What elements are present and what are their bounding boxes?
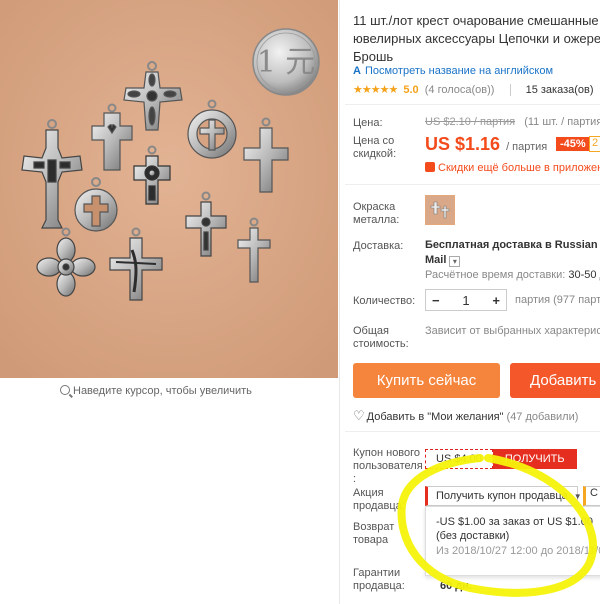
rating-stars-icon: ★★★★★ bbox=[353, 84, 398, 96]
delivery-value[interactable]: Бесплатная доставка в Russian Fed Mail▾ bbox=[425, 238, 600, 268]
quantity-value[interactable]: 1 bbox=[462, 293, 469, 308]
orders-count: 15 заказа(ов) bbox=[525, 84, 594, 96]
divider bbox=[345, 184, 600, 185]
price-label: Цена: bbox=[353, 117, 383, 129]
divider bbox=[345, 104, 600, 105]
rating-value: 5.0 bbox=[403, 84, 419, 96]
caret-down-icon[interactable]: ▼ bbox=[574, 492, 582, 501]
product-title-line-2: ювелирных аксессуары Цепочки и ожерел bbox=[353, 31, 600, 46]
product-title: 11 шт./лот крест очарование смешанные юв… bbox=[353, 12, 600, 66]
seller-promo-label: Акция продавца: bbox=[353, 487, 405, 512]
guarantee-label: Гарантии продавца: bbox=[353, 567, 405, 592]
new-user-coupon: US $4.00 ПОЛУЧИТЬ bbox=[425, 449, 577, 469]
rating-row: ★★★★★ 5.0 (4 голоса(ов)) 15 заказа(ов) bbox=[353, 83, 594, 97]
divider bbox=[345, 431, 600, 432]
seller-coupon-dropdown-2[interactable]: С bbox=[583, 486, 600, 506]
add-to-cart-button[interactable]: Добавить bbox=[510, 363, 600, 398]
delivery-time-label: Расчётное время доставки: bbox=[425, 269, 566, 281]
new-user-coupon-amount: US $4.00 bbox=[425, 449, 493, 469]
total-value: Зависит от выбранных характеристи bbox=[425, 325, 600, 337]
product-title-line-3: Брошь bbox=[353, 49, 394, 64]
chevron-down-icon[interactable]: ▾ bbox=[449, 256, 461, 267]
guarantee-value: 60 дн. bbox=[440, 580, 472, 592]
wishlist-link[interactable]: ♡ Добавить в "Мои желания" (47 добавили) bbox=[353, 408, 578, 424]
delivery-time-value: 30-50 дн bbox=[568, 269, 600, 281]
column-divider bbox=[339, 0, 340, 604]
discount-price-value: US $1.16 bbox=[425, 134, 501, 154]
color-label: Окраска металла: bbox=[353, 201, 400, 226]
seller-coupon-note: (без доставки) bbox=[436, 530, 510, 542]
discount-price-unit: / партия bbox=[506, 141, 548, 153]
delivery-method[interactable]: Бесплатная доставка в Russian Fed bbox=[425, 238, 600, 253]
seller-coupon-label[interactable]: Получить купон продавца bbox=[436, 490, 568, 502]
old-price-note: (11 шт. / партия , U bbox=[524, 116, 600, 128]
translate-link-text[interactable]: Посмотреть название на английском bbox=[365, 65, 553, 77]
seller-coupon-offer: -US $1.00 за заказ от US $1.00 bbox=[436, 516, 593, 528]
old-price: US $2.10 / партия (11 шт. / партия , U bbox=[425, 116, 600, 128]
rating-separator bbox=[509, 84, 511, 97]
seller-coupon-dropdown[interactable]: Получить купон продавца ▼ bbox=[425, 486, 582, 506]
phone-icon bbox=[425, 162, 435, 172]
quantity-decrease-button[interactable]: − bbox=[432, 293, 440, 308]
zoom-hint-text: Наведите курсор, чтобы увеличить bbox=[73, 385, 252, 397]
wishlist-label[interactable]: Добавить в "Мои желания" bbox=[367, 411, 504, 423]
old-price-value: US $2.10 / партия bbox=[425, 116, 516, 128]
app-discount-link[interactable]: Скидки ещё больше в приложени bbox=[425, 162, 600, 174]
delivery-time: Расчётное время доставки: 30-50 дн bbox=[425, 269, 600, 281]
quantity-label: Количество: bbox=[353, 295, 416, 307]
quantity-increase-button[interactable]: + bbox=[492, 293, 500, 308]
get-coupon-button[interactable]: ПОЛУЧИТЬ bbox=[492, 449, 577, 469]
total-label: Общая стоимость: bbox=[353, 325, 409, 350]
returns-label: Возврат товара bbox=[353, 521, 395, 546]
app-discount-text[interactable]: Скидки ещё больше в приложени bbox=[438, 162, 600, 174]
wishlist-count: (47 добавили) bbox=[506, 411, 579, 423]
rating-votes-link[interactable]: (4 голоса(ов)) bbox=[425, 84, 495, 96]
heart-icon: ♡ bbox=[353, 408, 365, 423]
product-photo[interactable]: 1 元 bbox=[0, 0, 338, 378]
translate-icon: A bbox=[353, 65, 361, 77]
magnifier-icon bbox=[60, 385, 70, 395]
quantity-availability: партия (977 партия bbox=[515, 294, 600, 306]
translate-link[interactable]: A Посмотреть название на английском bbox=[353, 65, 553, 77]
new-user-coupon-label: Купон нового пользователя : bbox=[353, 447, 423, 485]
svg-text:1 元: 1 元 bbox=[257, 45, 316, 80]
discount-badge: -45% bbox=[556, 137, 590, 151]
coin-image: 1 元 bbox=[252, 28, 320, 96]
zoom-hint: Наведите курсор, чтобы увеличить bbox=[60, 384, 252, 397]
buy-now-button[interactable]: Купить сейчас bbox=[353, 363, 500, 398]
color-option-swatch[interactable] bbox=[425, 195, 455, 225]
seller-coupon-panel: -US $1.00 за заказ от US $1.00 (без дост… bbox=[425, 506, 600, 576]
discount-price-label: Цена со скидкой: bbox=[353, 135, 397, 160]
product-photo-charms: 1 元 bbox=[0, 0, 338, 378]
coupon-mini-badge[interactable]: 2 bbox=[589, 136, 600, 152]
swatch-charms-icon bbox=[430, 201, 450, 219]
quantity-stepper[interactable]: − 1 + bbox=[425, 289, 507, 311]
seller-coupon-dates: Из 2018/10/27 12:00 до 2018/11/09 bbox=[436, 545, 600, 557]
delivery-method-line-2[interactable]: Mail bbox=[425, 254, 446, 266]
product-title-line-1: 11 шт./лот крест очарование смешанные bbox=[353, 13, 599, 28]
discount-price: US $1.16 / партия bbox=[425, 134, 547, 155]
delivery-label: Доставка: bbox=[353, 240, 404, 252]
